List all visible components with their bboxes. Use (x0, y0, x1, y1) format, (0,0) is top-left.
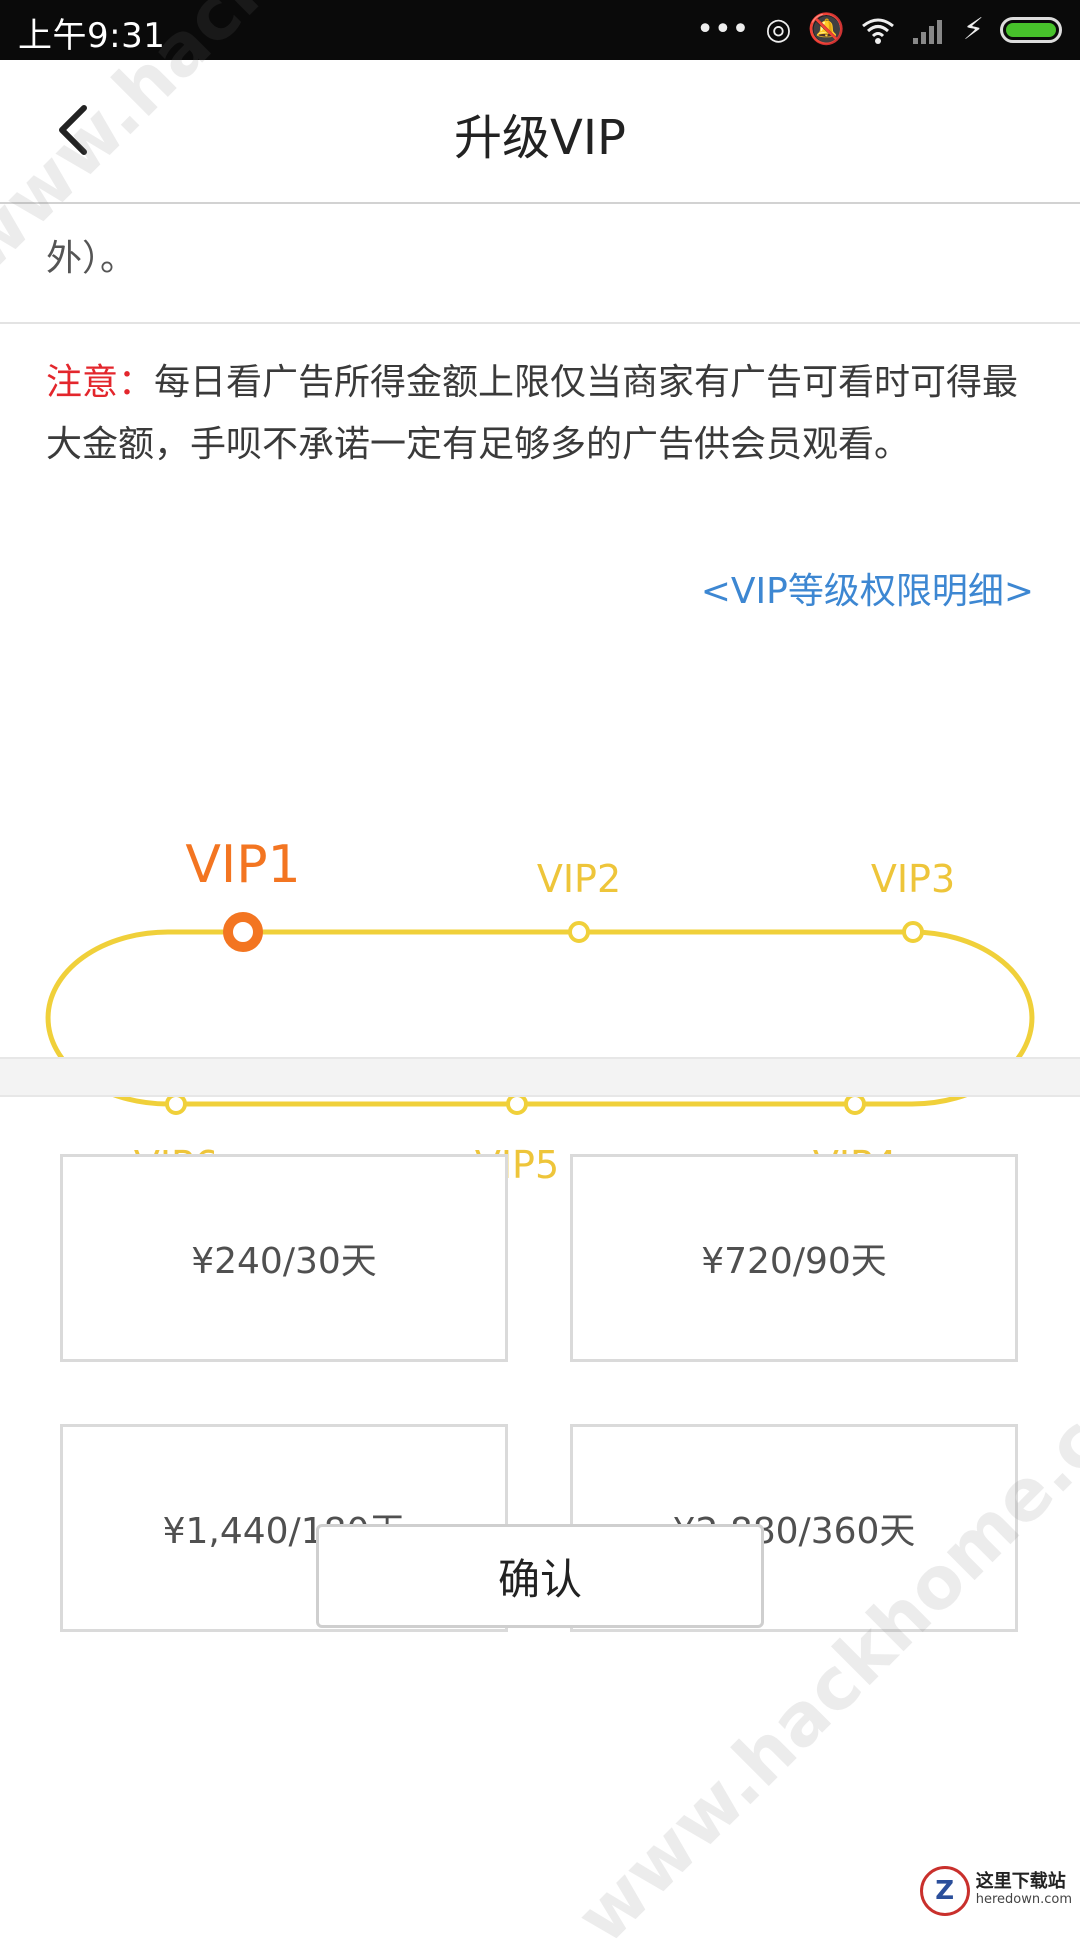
signal-icon (911, 10, 947, 50)
vip-node-vip4 (844, 1093, 866, 1115)
section-divider-gap (0, 1057, 1080, 1097)
mute-bell-icon: 🔕 (807, 12, 845, 47)
notice-body: 每日看广告所得金额上限仅当商家有广告可看时可得最大金额，手呗不承诺一定有足够多的… (46, 362, 1019, 465)
more-dots-icon: ••• (696, 12, 750, 47)
status-bar: 上午9:31 ••• ◎ 🔕 ⚡ (0, 0, 1080, 60)
hotspot-icon: ◎ (765, 12, 792, 47)
page-title: 升级VIP (454, 110, 626, 166)
vip-label-vip2: VIP2 (537, 857, 621, 901)
wifi-icon (861, 10, 895, 50)
charging-icon: ⚡ (962, 12, 984, 47)
section-divider (0, 322, 1080, 324)
logo-mark-icon: Z (919, 1866, 970, 1916)
vip-label-vip3: VIP3 (871, 857, 955, 901)
corner-logo: Z 这里下载站 heredown.com (919, 1866, 1072, 1916)
notice-text: 注意：每日看广告所得金额上限仅当商家有广告可看时可得最大金额，手呗不承诺一定有足… (46, 352, 1036, 476)
vip-label-vip1: VIP1 (185, 835, 300, 895)
vip-node-vip6 (165, 1093, 187, 1115)
vip-node-vip2 (568, 921, 590, 943)
notice-label: 注意： (46, 362, 155, 403)
plan-option-90d[interactable]: ¥720/90天 (570, 1154, 1018, 1362)
vip-node-vip3 (902, 921, 924, 943)
plan-option-30d[interactable]: ¥240/30天 (60, 1154, 508, 1362)
vip-detail-link[interactable]: <VIP等级权限明细> (701, 562, 1034, 614)
watermark: www.hackhome.com (560, 1311, 1080, 1959)
status-icons: ••• ◎ 🔕 ⚡ (696, 10, 1062, 50)
battery-icon (1000, 17, 1062, 43)
app-header: 升级VIP (0, 60, 1080, 204)
status-time: 上午9:31 (18, 16, 166, 56)
vip-level-track: VIP1VIP2VIP3VIP4VIP5VIP6 (45, 835, 1035, 1187)
description-last-line: 外）。 (46, 238, 137, 279)
confirm-button[interactable]: 确认 (316, 1524, 764, 1628)
vip-node-vip1 (223, 912, 263, 952)
vip-node-vip5 (506, 1093, 528, 1115)
logo-url: heredown.com (975, 1892, 1072, 1907)
logo-text: 这里下载站 (975, 1871, 1066, 1892)
